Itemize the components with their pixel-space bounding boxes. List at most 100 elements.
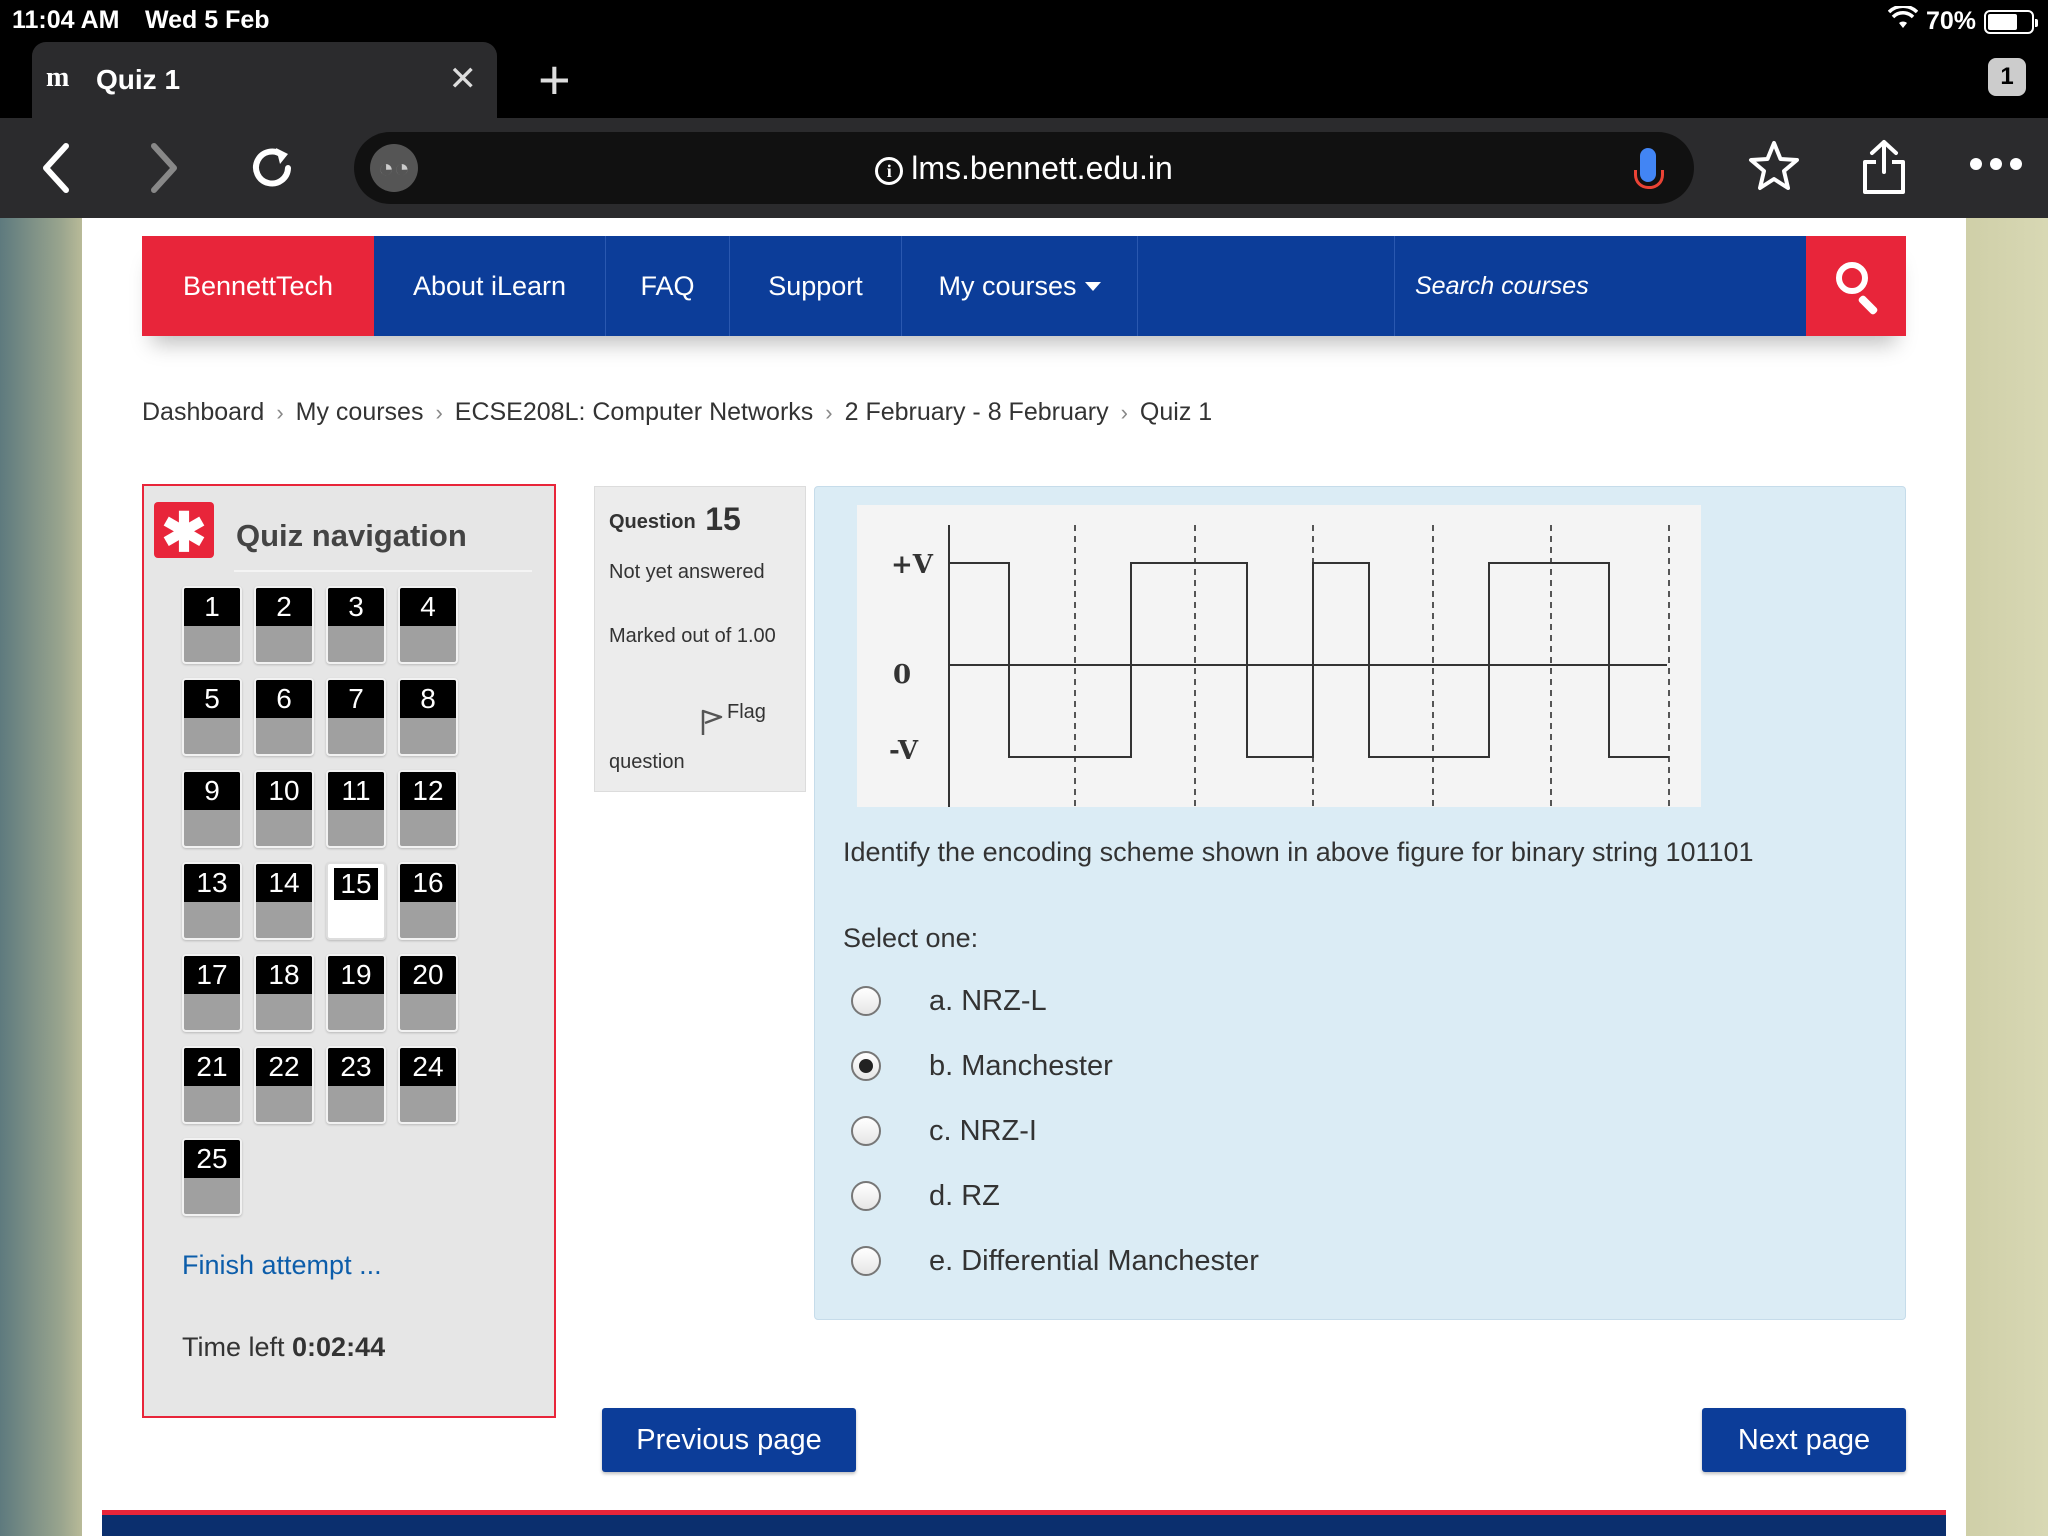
encoding-waveform-figure: +V 0 -V xyxy=(857,505,1701,807)
quiz-nav-question-number: 19 xyxy=(328,956,384,994)
quiz-nav-question-button[interactable]: 17 xyxy=(182,954,242,1032)
quiz-nav-question-button[interactable]: 16 xyxy=(398,862,458,940)
quiz-nav-question-button[interactable]: 7 xyxy=(326,678,386,756)
quiz-nav-question-button[interactable]: 23 xyxy=(326,1046,386,1124)
quiz-nav-question-button[interactable]: 19 xyxy=(326,954,386,1032)
question-number-value: 15 xyxy=(705,501,741,537)
quiz-nav-question-button[interactable]: 22 xyxy=(254,1046,314,1124)
status-date: Wed 5 Feb xyxy=(145,6,270,34)
quiz-nav-question-button[interactable]: 15 xyxy=(326,862,386,940)
quiz-nav-question-button[interactable]: 12 xyxy=(398,770,458,848)
quiz-nav-question-button[interactable]: 8 xyxy=(398,678,458,756)
status-time: 11:04 AM xyxy=(12,6,120,34)
next-page-button[interactable]: Next page xyxy=(1702,1408,1906,1472)
microphone-icon[interactable] xyxy=(1634,148,1664,189)
battery-icon xyxy=(1984,9,2038,34)
quiz-nav-question-button[interactable]: 24 xyxy=(398,1046,458,1124)
option-e-label: e. Differential Manchester xyxy=(929,1244,1259,1277)
quiz-nav-question-button[interactable]: 2 xyxy=(254,586,314,664)
radio-option-a[interactable] xyxy=(851,986,881,1016)
chevron-right-icon: › xyxy=(435,399,443,425)
quiz-nav-question-button[interactable]: 1 xyxy=(182,586,242,664)
status-right: 70% xyxy=(1887,4,2038,37)
search-courses-input[interactable] xyxy=(1415,264,1795,308)
brand-link[interactable]: BennettTech xyxy=(142,236,374,336)
quiz-nav-question-button[interactable]: 21 xyxy=(182,1046,242,1124)
status-bar: 11:04 AM Wed 5 Feb 70% xyxy=(0,0,2048,40)
answer-option-e[interactable]: e. Differential Manchester xyxy=(851,1241,1259,1281)
chevron-right-icon: › xyxy=(276,399,284,425)
quiz-nav-question-number: 25 xyxy=(184,1140,240,1178)
quiz-nav-question-button[interactable]: 20 xyxy=(398,954,458,1032)
quiz-nav-question-button[interactable]: 11 xyxy=(326,770,386,848)
footer-bar xyxy=(102,1510,1946,1536)
quiz-nav-question-number: 1 xyxy=(184,588,240,626)
answer-option-a[interactable]: a. NRZ-L xyxy=(851,981,1047,1021)
time-left-value: 0:02:44 xyxy=(292,1332,386,1362)
new-tab-icon[interactable]: + xyxy=(538,52,571,108)
answer-option-c[interactable]: c. NRZ-I xyxy=(851,1111,1037,1151)
info-icon[interactable]: i xyxy=(875,157,904,185)
breadcrumb: Dashboard › My courses › ECSE208L: Compu… xyxy=(142,398,1212,427)
reload-icon[interactable] xyxy=(246,142,298,204)
bookmark-star-icon[interactable] xyxy=(1746,138,1802,206)
quiz-nav-question-button[interactable]: 18 xyxy=(254,954,314,1032)
breadcrumb-dashboard[interactable]: Dashboard xyxy=(142,398,264,427)
quiz-nav-question-number: 15 xyxy=(334,868,378,900)
search-icon xyxy=(1836,262,1868,294)
nav-about-ilearn[interactable]: About iLearn xyxy=(374,236,606,336)
quiz-nav-question-number: 5 xyxy=(184,680,240,718)
share-icon[interactable] xyxy=(1860,138,1908,208)
nav-support[interactable]: Support xyxy=(730,236,902,336)
radio-option-d[interactable] xyxy=(851,1181,881,1211)
radio-option-c[interactable] xyxy=(851,1116,881,1146)
option-d-label: d. RZ xyxy=(929,1179,1000,1212)
radio-option-b[interactable] xyxy=(851,1051,881,1081)
previous-page-button[interactable]: Previous page xyxy=(602,1408,856,1472)
quiz-nav-question-button[interactable]: 4 xyxy=(398,586,458,664)
quiz-nav-question-button[interactable]: 14 xyxy=(254,862,314,940)
neg-level-label: -V xyxy=(889,736,919,766)
chevron-right-icon: › xyxy=(825,399,833,425)
question-prompt: Identify the encoding scheme shown in ab… xyxy=(843,837,1754,867)
quiz-nav-question-button[interactable]: 25 xyxy=(182,1138,242,1216)
tab-count-button[interactable]: 1 xyxy=(1988,58,2026,96)
quiz-nav-question-button[interactable]: 10 xyxy=(254,770,314,848)
breadcrumb-course[interactable]: ECSE208L: Computer Networks xyxy=(455,398,813,427)
nav-faq[interactable]: FAQ xyxy=(606,236,730,336)
close-tab-icon[interactable]: ✕ xyxy=(449,62,478,96)
search-button[interactable] xyxy=(1806,236,1906,336)
more-menu-icon[interactable] xyxy=(1968,132,2024,204)
question-info: Question 15 Not yet answered Marked out … xyxy=(594,486,806,792)
answer-option-d[interactable]: d. RZ xyxy=(851,1176,1000,1216)
quiz-nav-question-number: 18 xyxy=(256,956,312,994)
quiz-nav-question-button[interactable]: 13 xyxy=(182,862,242,940)
breadcrumb-my-courses[interactable]: My courses xyxy=(296,398,424,427)
time-left: Time left 0:02:44 xyxy=(182,1332,385,1363)
radio-option-e[interactable] xyxy=(851,1246,881,1276)
quiz-nav-question-button[interactable]: 5 xyxy=(182,678,242,756)
quiz-nav-question-button[interactable]: 3 xyxy=(326,586,386,664)
address-bar[interactable]: ◔◔ i lms.bennett.edu.in xyxy=(354,132,1694,204)
browser-tab[interactable]: m Quiz 1 ✕ xyxy=(32,42,497,118)
page-content: BennettTech About iLearn FAQ Support My … xyxy=(102,218,1946,1536)
nav-my-courses[interactable]: My courses xyxy=(902,236,1138,336)
waveform-svg: +V 0 -V xyxy=(889,525,1670,807)
caret-down-icon xyxy=(1084,282,1101,291)
breadcrumb-week[interactable]: 2 February - 8 February xyxy=(845,398,1109,427)
option-b-label: b. Manchester xyxy=(929,1049,1113,1082)
forward-icon[interactable] xyxy=(146,140,182,206)
pos-level-label: +V xyxy=(891,550,934,580)
question-label: Question xyxy=(609,511,696,533)
nav-my-courses-label: My courses xyxy=(938,271,1077,301)
quiz-navigation-title: Quiz navigation xyxy=(236,518,467,553)
url-display[interactable]: i lms.bennett.edu.in xyxy=(354,150,1694,187)
answer-option-b[interactable]: b. Manchester xyxy=(851,1046,1113,1086)
main-navbar: BennettTech About iLearn FAQ Support My … xyxy=(142,236,1906,336)
quiz-navigation-block: ✱ Quiz navigation 1 2 3 4 5 6 7 8 9 10 11 12 13 14 15 1… xyxy=(142,484,556,1418)
quiz-nav-question-button[interactable]: 9 xyxy=(182,770,242,848)
finish-attempt-link[interactable]: Finish attempt ... xyxy=(182,1250,382,1281)
quiz-nav-question-button[interactable]: 6 xyxy=(254,678,314,756)
wifi-icon xyxy=(1887,4,1919,37)
back-icon[interactable] xyxy=(38,140,74,206)
